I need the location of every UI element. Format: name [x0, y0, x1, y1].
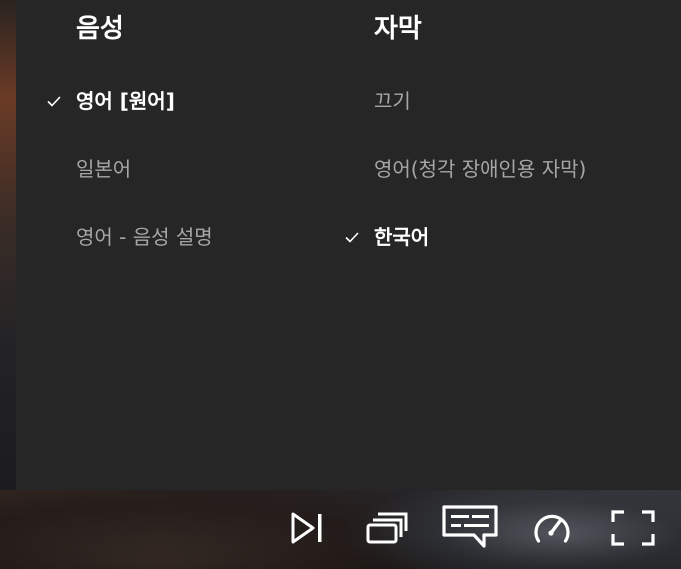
subtitle-option-label: 끄기: [374, 89, 411, 113]
subtitle-option-english-cc[interactable]: 영어(청각 장애인용 자막): [314, 150, 674, 188]
video-frame-edge: [0, 0, 16, 490]
player-controls: [0, 490, 681, 569]
next-episode-button[interactable]: [283, 506, 331, 550]
subtitle-option-off[interactable]: 끄기: [314, 82, 674, 120]
audio-subtitles-panel: 음성 영어 [원어] 일본어 영어 - 음성 설명 자막 끄기 영어(청각 장애…: [16, 0, 681, 490]
fullscreen-icon: [611, 510, 655, 546]
audio-subtitles-button[interactable]: [440, 500, 500, 552]
audio-option-english-audio-description[interactable]: 영어 - 음성 설명: [16, 218, 312, 256]
audio-option-label: 영어 - 음성 설명: [76, 225, 213, 249]
playback-speed-icon: [534, 514, 570, 543]
subtitle-option-label: 영어(청각 장애인용 자막): [374, 157, 587, 181]
playback-speed-button[interactable]: [528, 506, 576, 550]
episodes-button[interactable]: [363, 506, 411, 550]
subtitles-heading: 자막: [374, 14, 422, 44]
next-episode-icon: [291, 512, 322, 544]
fullscreen-button[interactable]: [609, 506, 657, 550]
audio-option-japanese[interactable]: 일본어: [16, 150, 312, 188]
checkmark-icon: [47, 96, 61, 107]
subtitles-icon: [442, 505, 498, 548]
audio-option-english-original[interactable]: 영어 [원어]: [16, 82, 312, 120]
subtitle-option-label: 한국어: [374, 225, 430, 249]
episodes-icon: [366, 512, 408, 544]
audio-option-label: 일본어: [76, 157, 132, 181]
audio-option-label: 영어 [원어]: [76, 89, 175, 113]
checkmark-icon: [345, 232, 359, 243]
subtitle-option-korean[interactable]: 한국어: [314, 218, 674, 256]
audio-heading: 음성: [76, 14, 124, 44]
video-player: 음성 영어 [원어] 일본어 영어 - 음성 설명 자막 끄기 영어(청각 장애…: [0, 0, 681, 569]
